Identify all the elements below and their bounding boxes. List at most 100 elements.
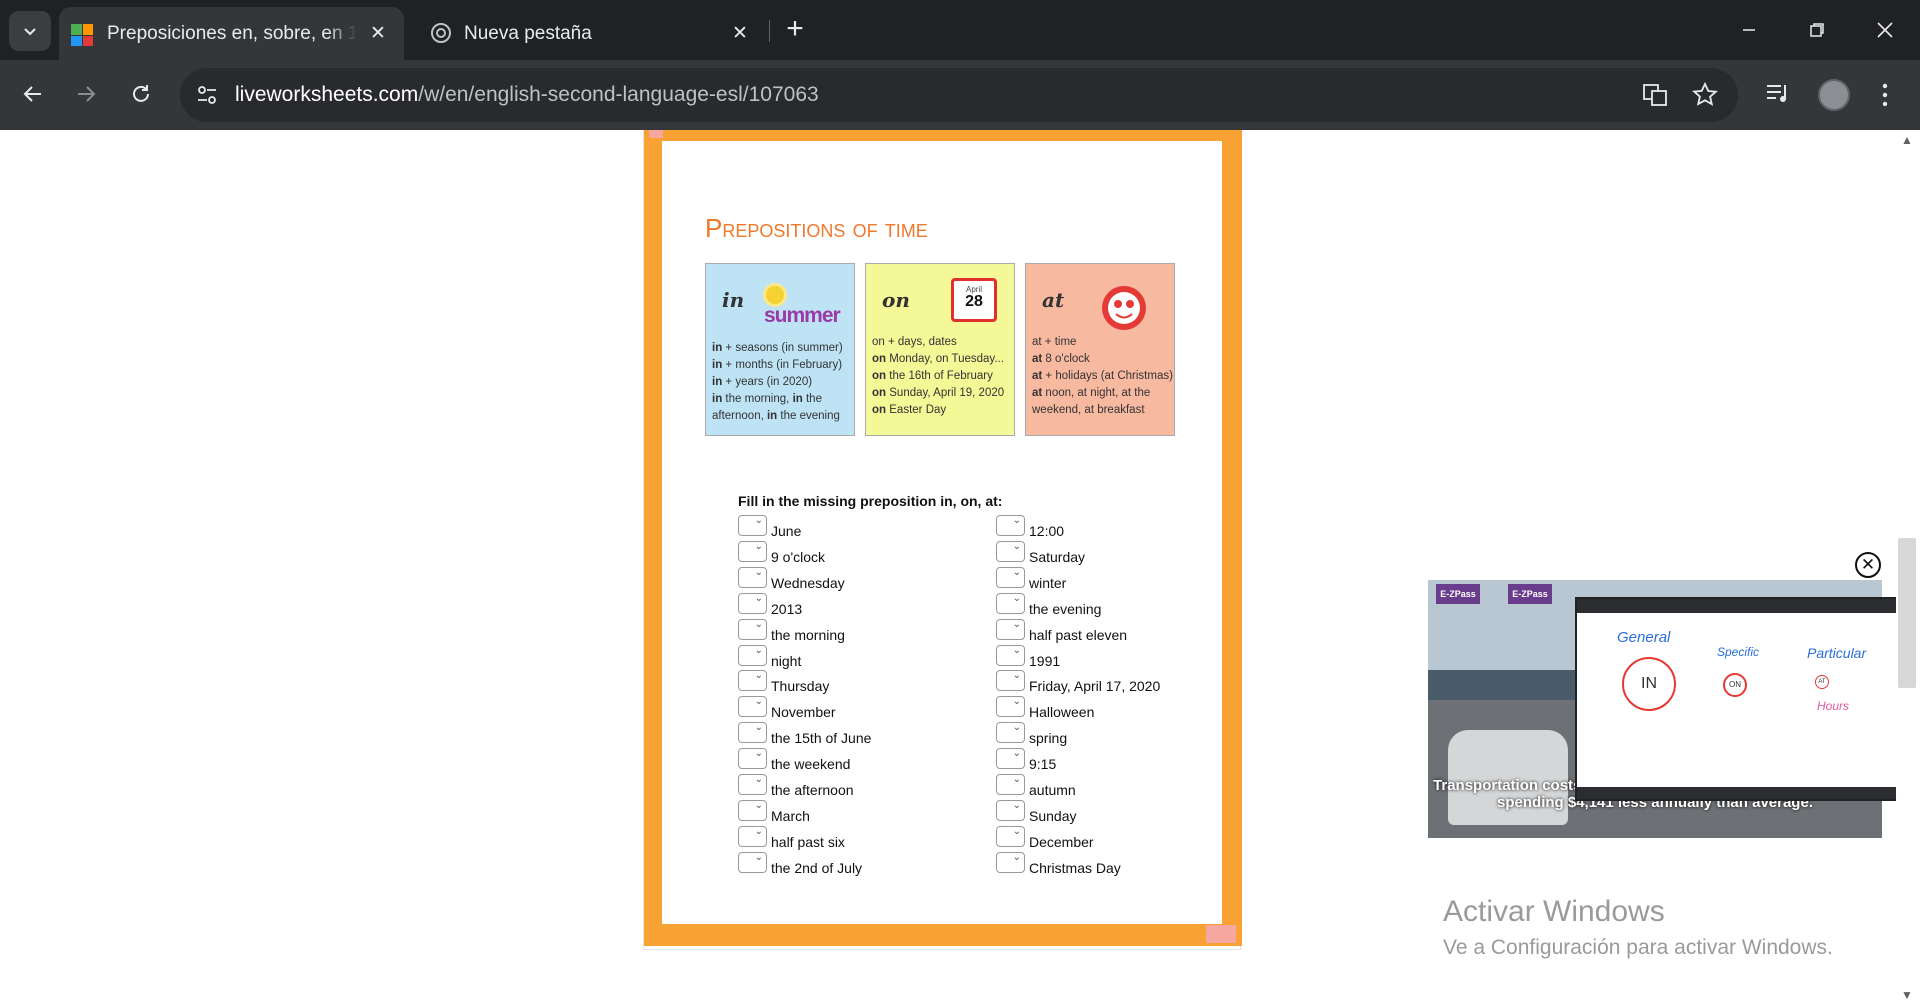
whiteboard-word: General [1617, 629, 1671, 646]
rule-line: on + days, dates [872, 336, 957, 348]
media-controls-icon[interactable] [1765, 81, 1791, 107]
on-card-header: on April 28 [866, 264, 1014, 334]
profile-avatar[interactable] [1818, 79, 1850, 111]
whiteboard-video[interactable]: General IN Specific ON Particular AT Hou… [1575, 597, 1909, 801]
rule-line: at 8 o'clock [1032, 353, 1090, 365]
site-settings-icon[interactable] [196, 84, 218, 106]
exercise-item-text: November [771, 704, 836, 721]
close-video-button[interactable]: ✕ [1855, 552, 1881, 578]
url-host: liveworksheets.com [235, 83, 419, 106]
exercise-item-text: the morning [771, 626, 845, 643]
chrome-icon [431, 23, 451, 43]
tab-liveworksheets[interactable]: Preposiciones en, sobre, en 107 ✕ [59, 7, 404, 60]
exercise-item-text: the 15th of June [771, 730, 872, 747]
exercise-item-text: March [771, 807, 810, 824]
page-content: Prepositions of time in summer in + seas… [0, 130, 1920, 1008]
rule-line: afternoon, in the evening [712, 410, 840, 422]
forward-button[interactable] [64, 72, 108, 116]
preposition-dropdown[interactable]: ⌄ [738, 515, 767, 536]
restore-button[interactable] [1796, 10, 1838, 50]
preposition-dropdown[interactable]: ⌄ [996, 851, 1025, 873]
preposition-dropdown[interactable]: ⌄ [738, 851, 767, 873]
eraser-decoration [649, 130, 663, 138]
preposition-dropdown[interactable]: ⌄ [738, 825, 767, 847]
preposition-dropdown[interactable]: ⌄ [996, 670, 1025, 692]
exercise-item-text: the 2nd of July [771, 859, 863, 876]
exercise-item-text: Saturday [1029, 548, 1086, 565]
worksheet-title: Prepositions of time [705, 213, 928, 243]
tab-bar: Preposiciones en, sobre, en 107 ✕ Nueva … [0, 0, 1920, 60]
sun-icon [766, 286, 784, 304]
preposition-dropdown[interactable]: ⌄ [738, 644, 767, 666]
preposition-dropdown[interactable]: ⌄ [996, 515, 1025, 536]
arrow-right-icon [78, 86, 96, 102]
calendar-icon: April 28 [951, 278, 997, 322]
close-window-button[interactable] [1864, 10, 1906, 50]
scroll-up-icon[interactable]: ▲ [1900, 133, 1914, 147]
preposition-dropdown[interactable]: ⌄ [738, 592, 767, 614]
preposition-dropdown[interactable]: ⌄ [738, 722, 767, 744]
at-card-header: at [1026, 264, 1174, 334]
close-tab-icon[interactable]: ✕ [366, 21, 390, 45]
whiteboard-circle: IN [1622, 657, 1676, 711]
exercise-item-text: 12:00 [1029, 523, 1065, 539]
exercise-item-text: Christmas Day [1029, 859, 1121, 876]
preposition-dropdown[interactable]: ⌄ [738, 748, 767, 770]
translate-icon[interactable] [1642, 82, 1668, 108]
more-menu-icon[interactable] [1876, 82, 1894, 108]
preposition-dropdown[interactable]: ⌄ [996, 722, 1025, 744]
rule-line: at noon, at night, at the [1032, 387, 1151, 399]
whiteboard-circle: AT [1815, 675, 1829, 689]
url-text: liveworksheets.com/w/en/english-second-l… [235, 83, 819, 107]
preposition-dropdown[interactable]: ⌄ [996, 825, 1025, 847]
exercise-item-text: night [771, 652, 802, 669]
preposition-dropdown[interactable]: ⌄ [738, 618, 767, 640]
exercise-item-text: Wednesday [771, 574, 845, 591]
whiteboard-word: Hours [1817, 699, 1850, 713]
calendar-day: 28 [965, 293, 983, 310]
tab-new-tab[interactable]: Nueva pestaña ✕ [416, 7, 766, 60]
in-card: in summer in + seasons (in summer) in + … [705, 263, 855, 436]
bookmark-star-icon[interactable] [1692, 82, 1718, 108]
minimize-button[interactable] [1728, 10, 1770, 50]
arrow-left-icon [23, 86, 41, 102]
close-tab-icon[interactable]: ✕ [728, 21, 752, 45]
preposition-dropdown[interactable]: ⌄ [996, 592, 1025, 614]
scrollbar-thumb[interactable] [1898, 538, 1916, 688]
preposition-dropdown[interactable]: ⌄ [996, 566, 1025, 588]
close-icon [1877, 22, 1893, 38]
exercise-item-text: autumn [1029, 782, 1076, 798]
preposition-dropdown[interactable]: ⌄ [738, 799, 767, 821]
preposition-dropdown[interactable]: ⌄ [738, 540, 767, 562]
exercise-item-text: the evening [1029, 600, 1102, 617]
reload-button[interactable] [119, 72, 163, 116]
windows-activation-title: Activar Windows [1443, 895, 1665, 928]
at-card-rules: at + time at 8 o'clock at + holidays (at… [1032, 334, 1173, 419]
preposition-dropdown[interactable]: ⌄ [996, 618, 1025, 640]
tab-title: Nueva pestaña [464, 23, 592, 44]
exercise-item-text: 1991 [1029, 652, 1061, 669]
rule-line: in + months (in February) [712, 359, 843, 371]
preposition-dropdown[interactable]: ⌄ [738, 670, 767, 692]
preposition-dropdown[interactable]: ⌄ [996, 774, 1025, 795]
scroll-down-icon[interactable]: ▼ [1900, 988, 1914, 1002]
preposition-dropdown[interactable]: ⌄ [996, 696, 1025, 718]
minimize-icon [1743, 29, 1755, 31]
preposition-dropdown[interactable]: ⌄ [996, 644, 1025, 666]
preposition-dropdown[interactable]: ⌄ [738, 696, 767, 718]
whiteboard-topbar [1577, 599, 1907, 613]
preposition-dropdown[interactable]: ⌄ [738, 774, 767, 795]
preposition-dropdown[interactable]: ⌄ [996, 748, 1025, 770]
preposition-dropdown[interactable]: ⌄ [996, 799, 1025, 821]
toll-sign: E-ZPass [1436, 584, 1480, 604]
exercise-item-text: Sunday [1029, 807, 1077, 824]
preposition-dropdown[interactable]: ⌄ [996, 540, 1025, 562]
new-tab-button[interactable]: + [780, 12, 810, 48]
back-button[interactable] [11, 72, 55, 116]
address-bar[interactable]: liveworksheets.com/w/en/english-second-l… [180, 68, 1738, 122]
exercise-item-text: December [1029, 833, 1094, 850]
tab-separator [769, 20, 770, 42]
preposition-dropdown[interactable]: ⌄ [738, 566, 767, 588]
tab-title: Preposiciones en, sobre, en 107 [107, 23, 357, 44]
tab-search-button[interactable] [9, 11, 51, 51]
